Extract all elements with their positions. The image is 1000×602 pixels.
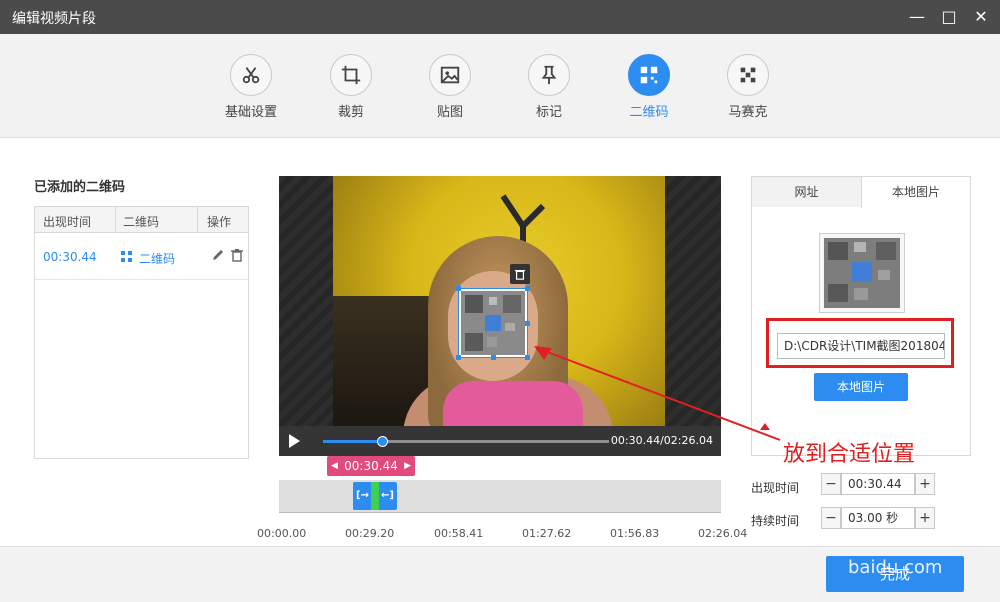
tool-mark[interactable]: 标记: [514, 54, 584, 120]
image-path-field[interactable]: D:\CDR设计\TIM截图201804(: [777, 333, 945, 359]
scissors-icon: [230, 54, 272, 96]
source-tabs: 网址 本地图片: [752, 177, 970, 208]
annotation-text: 放到合适位置: [783, 442, 916, 467]
annotation-arrow: [534, 346, 781, 441]
editor-toolbar: 基础设置 裁剪 贴图 标记 二维码 马赛克: [0, 34, 1000, 138]
tick-label: 00:29.20: [345, 527, 395, 540]
column-divider: [115, 207, 116, 233]
title-bar: 编辑视频片段 — □ ✕: [0, 0, 1000, 34]
tool-crop[interactable]: 裁剪: [316, 54, 386, 120]
pencil-icon[interactable]: [211, 248, 225, 262]
timeline-ruler: [279, 512, 721, 520]
progress-knob[interactable]: [377, 436, 389, 447]
tool-label: 二维码: [629, 105, 669, 120]
progress-fill: [323, 440, 384, 443]
window-title: 编辑视频片段: [12, 11, 96, 27]
qrcode-icon: [628, 54, 670, 96]
tool-qrcode[interactable]: 二维码: [614, 54, 684, 120]
maximize-button[interactable]: □: [936, 4, 962, 30]
tool-label: 标记: [535, 105, 562, 120]
column-header: 操作: [207, 215, 232, 229]
added-qrcode-title: 已添加的二维码: [34, 180, 126, 195]
resize-handle[interactable]: [525, 286, 530, 291]
duration-plus-button[interactable]: +: [915, 507, 935, 529]
row-qrcode-label: 二维码: [139, 252, 176, 266]
tool-label: 贴图: [436, 105, 463, 120]
clip-end-handle-icon[interactable]: ←]: [381, 490, 394, 501]
tool-label: 马赛克: [728, 105, 768, 120]
tool-label: 基础设置: [224, 105, 277, 120]
tick-label: 00:58.41: [434, 527, 484, 540]
qrcode-overlay[interactable]: [456, 286, 530, 360]
resize-handle[interactable]: [456, 286, 461, 291]
close-button[interactable]: ✕: [968, 4, 994, 30]
tick-label: 01:27.62: [522, 527, 572, 540]
play-icon[interactable]: [289, 434, 300, 448]
tool-basic-settings[interactable]: 基础设置: [216, 54, 286, 120]
trash-icon: [514, 269, 526, 280]
pin-icon: [528, 54, 570, 96]
tab-local-image[interactable]: 本地图片: [861, 177, 970, 208]
table-row[interactable]: 00:30.44 二维码: [35, 234, 248, 280]
appear-time-input[interactable]: 00:30.44: [841, 473, 915, 495]
clip-start-handle-icon[interactable]: [→: [356, 490, 369, 501]
qrcode-image: [461, 291, 525, 355]
row-time: 00:30.44: [43, 250, 97, 264]
tick-label: 01:56.83: [610, 527, 660, 540]
playhead[interactable]: [371, 482, 379, 510]
watermark-text: baidu.com: [848, 557, 943, 578]
local-image-button[interactable]: 本地图片: [814, 373, 908, 401]
column-divider: [197, 207, 198, 233]
mosaic-icon: [727, 54, 769, 96]
tool-sticker[interactable]: 贴图: [415, 54, 485, 120]
timeline-marker[interactable]: ◀ 00:30.44 ▶: [327, 456, 415, 476]
qrcode-icon: [121, 251, 132, 262]
minimize-button[interactable]: —: [904, 4, 930, 30]
duration-minus-button[interactable]: −: [821, 507, 841, 529]
timeline-track[interactable]: [→ ←]: [279, 480, 721, 512]
table-header: 出现时间 二维码 操作: [35, 207, 248, 233]
qrcode-image: [824, 238, 900, 308]
overlay-delete-button[interactable]: [510, 264, 530, 284]
tick-label: 00:00.00: [257, 527, 307, 540]
tab-url[interactable]: 网址: [752, 177, 861, 207]
image-icon: [429, 54, 471, 96]
tool-mosaic[interactable]: 马赛克: [713, 54, 783, 120]
resize-handle[interactable]: [525, 321, 530, 326]
column-header: 出现时间: [43, 215, 92, 229]
marker-time: 00:30.44: [344, 459, 398, 473]
appear-time-label: 出现时间: [751, 481, 800, 495]
marker-left-arrow[interactable]: ◀: [331, 456, 338, 476]
qrcode-clip[interactable]: [→ ←]: [353, 482, 397, 510]
duration-label: 持续时间: [751, 514, 800, 528]
qrcode-table: 出现时间 二维码 操作 00:30.44 二维码: [34, 206, 249, 459]
resize-handle[interactable]: [456, 355, 461, 360]
resize-handle[interactable]: [491, 355, 496, 360]
duration-input[interactable]: 03.00 秒: [841, 507, 915, 529]
marker-right-arrow[interactable]: ▶: [404, 456, 411, 476]
appear-minus-button[interactable]: −: [821, 473, 841, 495]
qrcode-preview: [819, 233, 905, 313]
tick-label: 02:26.04: [698, 527, 748, 540]
trash-icon[interactable]: [230, 248, 244, 262]
tool-label: 裁剪: [337, 105, 364, 120]
column-header: 二维码: [123, 215, 160, 229]
crop-icon: [330, 54, 372, 96]
appear-plus-button[interactable]: +: [915, 473, 935, 495]
